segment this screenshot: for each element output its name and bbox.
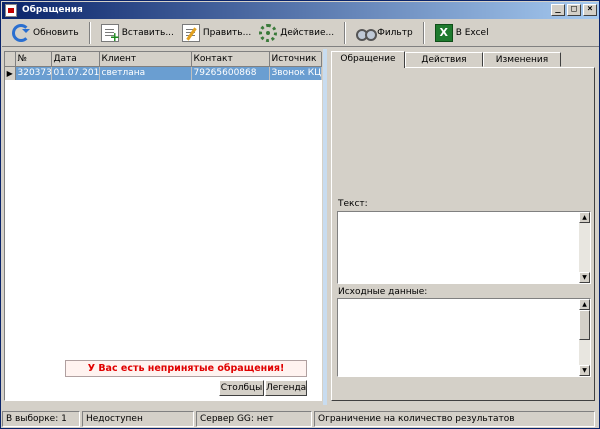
status-result-limit: Ограничение на количество результатов	[314, 411, 595, 427]
source-data-scrollbar[interactable]: ▲ ▼	[579, 299, 590, 376]
status-selection-count: В выборке: 1	[2, 411, 80, 427]
text-field[interactable]: ▲ ▼	[337, 211, 591, 284]
requests-grid-panel: № Дата Клиент Контакт Источник ▶ 320373 …	[4, 51, 322, 401]
action-button[interactable]: Действие...	[255, 21, 338, 45]
unaccepted-requests-notice[interactable]: У Вас есть непринятые обращения!	[65, 360, 307, 377]
column-header-contact[interactable]: Контакт	[191, 52, 270, 67]
refresh-icon	[12, 24, 30, 42]
tab-actions[interactable]: Действия	[405, 52, 483, 67]
column-header-number[interactable]: №	[15, 52, 52, 67]
insert-doc-icon	[100, 24, 120, 43]
edit-button[interactable]: Править...	[178, 21, 255, 45]
app-icon	[5, 4, 17, 17]
cell-source[interactable]: Звонок КЦ	[269, 66, 322, 80]
toolbar-separator	[88, 22, 91, 44]
tab-request[interactable]: Обращение	[331, 51, 405, 68]
action-label: Действие...	[280, 28, 335, 38]
main-window: Обращения _ □ × Обновить Вставить... Пра…	[0, 0, 600, 429]
scroll-up-arrow-icon[interactable]: ▲	[579, 299, 590, 310]
panel-splitter[interactable]	[323, 49, 327, 405]
legend-button[interactable]: Легенда	[265, 380, 307, 396]
window-title: Обращения	[22, 5, 83, 15]
excel-button[interactable]: X В Excel	[431, 21, 493, 45]
grid-header-row: № Дата Клиент Контакт Источник	[5, 52, 322, 67]
tab-changes[interactable]: Изменения	[483, 52, 561, 67]
status-bar: В выборке: 1 Недоступен Сервер GG: нет О…	[2, 410, 599, 428]
source-data-field[interactable]: ▲ ▼	[337, 298, 591, 377]
minimize-button[interactable]: _	[551, 4, 565, 16]
column-header-date[interactable]: Дата	[51, 52, 100, 67]
binoculars-icon	[356, 24, 378, 42]
title-bar[interactable]: Обращения _ □ ×	[2, 2, 599, 19]
cell-number[interactable]: 320373	[15, 66, 52, 80]
columns-button[interactable]: Столбцы	[219, 380, 264, 396]
row-indicator-icon: ▶	[5, 66, 16, 80]
source-data-label: Исходные данные:	[338, 287, 428, 297]
toolbar-separator	[344, 22, 347, 44]
edit-doc-icon	[181, 24, 200, 42]
toolbar: Обновить Вставить... Править... Действие…	[2, 20, 599, 47]
column-header-source[interactable]: Источник	[269, 52, 322, 67]
status-server: Сервер GG: нет	[196, 411, 312, 427]
tab-content-request: Текст: ▲ ▼ Исходные данные: ▲ ▼	[331, 67, 595, 401]
text-scrollbar[interactable]: ▲ ▼	[579, 212, 590, 283]
details-tabs: Обращение Действия Изменения	[331, 51, 561, 68]
scroll-down-arrow-icon[interactable]: ▼	[579, 272, 590, 283]
text-label: Текст:	[338, 199, 368, 209]
maximize-button[interactable]: □	[567, 4, 581, 16]
column-header-client[interactable]: Клиент	[99, 52, 192, 67]
refresh-label: Обновить	[33, 28, 79, 38]
excel-icon: X	[434, 24, 453, 42]
excel-label: В Excel	[455, 28, 489, 38]
close-button[interactable]: ×	[583, 4, 597, 16]
scroll-up-arrow-icon[interactable]: ▲	[579, 212, 590, 223]
status-availability: Недоступен	[82, 411, 194, 427]
insert-button[interactable]: Вставить...	[97, 21, 178, 45]
filter-button[interactable]: Фильтр	[352, 21, 417, 45]
details-panel: Обращение Действия Изменения Текст: ▲ ▼ …	[329, 51, 597, 405]
requests-grid: № Дата Клиент Контакт Источник ▶ 320373 …	[5, 52, 322, 80]
table-row[interactable]: ▶ 320373 01.07.2011 светлана 79265600868…	[5, 66, 322, 80]
scroll-thumb[interactable]	[579, 310, 590, 340]
cell-contact[interactable]: 79265600868	[191, 66, 270, 80]
toolbar-separator	[422, 22, 425, 44]
filter-label: Фильтр	[377, 28, 413, 38]
refresh-button[interactable]: Обновить	[8, 21, 83, 45]
window-controls: _ □ ×	[551, 4, 597, 16]
insert-label: Вставить...	[121, 28, 174, 38]
scroll-down-arrow-icon[interactable]: ▼	[579, 365, 590, 376]
cell-date[interactable]: 01.07.2011	[51, 66, 100, 80]
edit-label: Править...	[202, 28, 252, 38]
cell-client[interactable]: светлана	[99, 66, 192, 80]
action-gear-icon	[259, 24, 278, 42]
grid-header-indicator	[5, 52, 16, 67]
